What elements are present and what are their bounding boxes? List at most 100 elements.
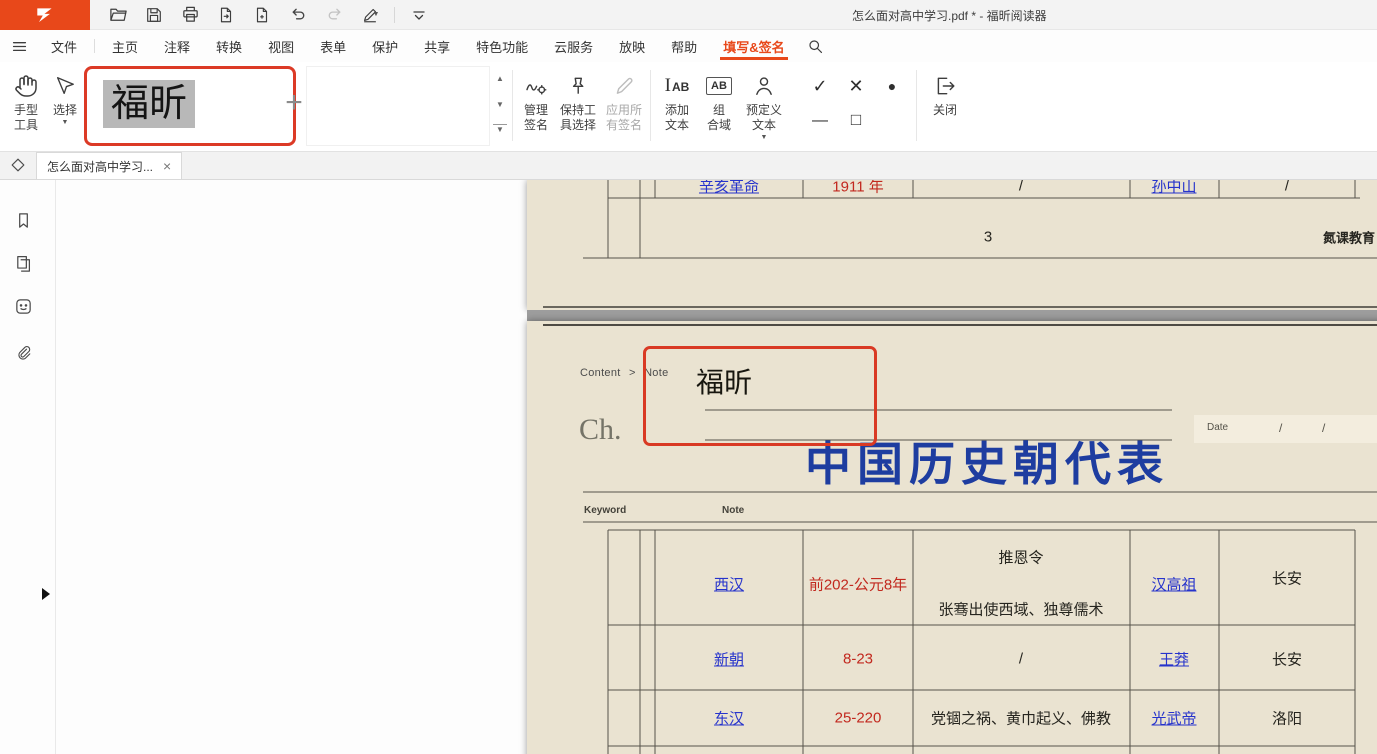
combine-fields-label: 组 合域 — [698, 103, 740, 133]
bookmarks-panel-button[interactable] — [11, 208, 35, 232]
pdf-page-1: 辛亥革命 1911 年 / 孙中山 / 3 氮课教育 — [527, 180, 1377, 310]
quick-access-toolbar: ▼ — [90, 3, 431, 27]
add-signature-button[interactable]: + — [281, 86, 307, 120]
page-thumbnails-panel-button[interactable] — [11, 251, 35, 275]
check-symbol-button[interactable]: ✓ — [806, 76, 834, 97]
founder-link[interactable]: 汉高祖 — [1151, 574, 1196, 595]
document-viewport[interactable]: 辛亥革命 1911 年 / 孙中山 / 3 氮课教育 — [56, 180, 1377, 754]
founder-link[interactable]: 王莽 — [1159, 649, 1189, 670]
menu-tab-comment[interactable]: 注释 — [151, 30, 203, 62]
signature-list-box[interactable] — [306, 66, 490, 146]
menu-tab-protect[interactable]: 保护 — [359, 30, 411, 62]
combine-fields-button[interactable]: AB 组 合域 — [698, 72, 740, 133]
pdf-page-2: Content > Note Ch. 福昕 Date / / 中国历史朝代表 K… — [527, 321, 1377, 754]
capital-text: 长安 — [1272, 568, 1302, 589]
open-file-button[interactable] — [106, 3, 130, 27]
menu-tab-slideshow[interactable]: 放映 — [606, 30, 658, 62]
line-symbol-button[interactable]: — — [806, 112, 834, 130]
hand-tool-button[interactable]: 手型 工具 — [6, 72, 46, 133]
founder-link[interactable]: 光武帝 — [1151, 708, 1196, 729]
menu-tab-form[interactable]: 表单 — [307, 30, 359, 62]
years-text: 8-23 — [843, 651, 873, 668]
dot-symbol-button[interactable]: ● — [878, 78, 906, 94]
pages-icon — [14, 254, 33, 273]
event-text: 推恩令 — [998, 547, 1043, 568]
signature-preview-box[interactable]: 福昕 — [84, 66, 296, 146]
export-document-button[interactable] — [214, 3, 238, 27]
menu-tab-home[interactable]: 主页 — [99, 30, 151, 62]
date-slash: / — [1322, 421, 1325, 435]
dynasty-link[interactable]: 新朝 — [714, 649, 744, 670]
comments-panel-button[interactable] — [11, 294, 35, 318]
rectangle-symbol-button[interactable]: □ — [842, 110, 870, 130]
attachments-panel-button[interactable] — [11, 341, 35, 365]
main-area: 辛亥革命 1911 年 / 孙中山 / 3 氮课教育 — [0, 180, 1377, 754]
predefined-text-button[interactable]: 预定义 文本 ▼ — [740, 72, 788, 142]
menu-tab-fill-sign[interactable]: 填写&签名 — [710, 30, 797, 62]
apply-signatures-pen-icon — [602, 72, 646, 100]
signature-scroll-up-button[interactable]: ▲ — [493, 74, 507, 83]
placed-signature-field[interactable]: 福昕 — [643, 346, 877, 446]
document-tab[interactable]: 怎么面对高中学习... × — [36, 152, 182, 179]
event-text: 党锢之祸、黄巾起义、佛教 — [931, 708, 1111, 729]
predefined-text-label: 预定义 文本 — [740, 103, 788, 133]
menu-tab-convert[interactable]: 转换 — [203, 30, 255, 62]
save-icon — [145, 6, 163, 24]
keyword-label: Keyword — [584, 505, 626, 516]
print-button[interactable] — [178, 3, 202, 27]
foxit-reader-window: ▼ 怎么面对高中学习.pdf * - 福昕阅读器 文件 主页 注释 转换 视图 … — [0, 0, 1377, 754]
new-document-button[interactable] — [250, 3, 274, 27]
keep-tool-selected-button[interactable]: 保持工 具选择 — [556, 72, 600, 133]
save-button[interactable] — [142, 3, 166, 27]
search-button[interactable] — [798, 30, 834, 62]
manage-signature-gear-icon — [516, 72, 556, 100]
ribbon-divider — [512, 70, 513, 141]
events-text: / — [1019, 180, 1023, 195]
capital-text: / — [1285, 180, 1289, 195]
dynasty-link[interactable]: 东汉 — [714, 708, 744, 729]
cross-symbol-button[interactable]: ✕ — [842, 76, 870, 97]
undo-button[interactable] — [286, 3, 310, 27]
diamond-tool-button[interactable] — [0, 151, 36, 179]
close-fill-sign-button[interactable]: 关闭 — [924, 72, 966, 118]
folder-open-icon — [109, 5, 128, 24]
panel-expand-handle[interactable] — [42, 588, 50, 600]
menu-tab-help[interactable]: 帮助 — [658, 30, 710, 62]
menu-tab-share[interactable]: 共享 — [411, 30, 463, 62]
tab-close-button[interactable]: × — [163, 159, 171, 173]
predefined-text-person-icon — [740, 72, 788, 100]
menu-tab-special-features[interactable]: 特色功能 — [463, 30, 541, 62]
add-text-label: 添加 文本 — [656, 103, 698, 133]
dynasty-link[interactable]: 辛亥革命 — [699, 180, 759, 197]
diamond-icon — [9, 156, 27, 174]
menu-tab-cloud[interactable]: 云服务 — [541, 30, 606, 62]
undo-icon — [289, 5, 308, 24]
apply-all-signatures-button[interactable]: 应用所 有签名 — [602, 72, 646, 133]
bookmark-icon — [14, 211, 33, 230]
capital-text: 长安 — [1272, 649, 1302, 670]
print-icon — [181, 5, 200, 24]
manage-signatures-button[interactable]: 管理 签名 — [516, 72, 556, 133]
signature-more-button[interactable]: ▼ — [493, 124, 507, 134]
signature-scroll-down-button[interactable]: ▼ — [493, 100, 507, 109]
dynasty-link[interactable]: 西汉 — [714, 574, 744, 595]
menu-file[interactable]: 文件 — [38, 30, 90, 62]
hamburger-menu-button[interactable] — [0, 30, 38, 62]
founder-link[interactable]: 孙中山 — [1151, 180, 1196, 197]
app-logo-button[interactable] — [0, 0, 90, 30]
titlebar: ▼ 怎么面对高中学习.pdf * - 福昕阅读器 — [0, 0, 1377, 30]
menu-tab-view[interactable]: 视图 — [255, 30, 307, 62]
text-cursor-glyph: I — [665, 75, 671, 97]
redo-button[interactable] — [322, 3, 346, 27]
add-text-button[interactable]: IAB 添加 文本 — [656, 72, 698, 133]
ribbon-divider — [916, 70, 917, 141]
table-grid-lines — [527, 180, 1377, 310]
hamburger-icon — [11, 38, 28, 55]
window-title: 怎么面对高中学习.pdf * - 福昕阅读器 — [852, 0, 1047, 30]
customize-toolbar-button[interactable] — [407, 3, 431, 27]
document-tab-label: 怎么面对高中学习... — [47, 158, 153, 175]
select-caret-icon: ▼ — [46, 118, 84, 127]
select-tool-button[interactable]: 选择 ▼ — [46, 72, 84, 127]
quick-sign-button[interactable]: ▼ — [358, 3, 382, 27]
toolbar-divider — [394, 7, 395, 23]
